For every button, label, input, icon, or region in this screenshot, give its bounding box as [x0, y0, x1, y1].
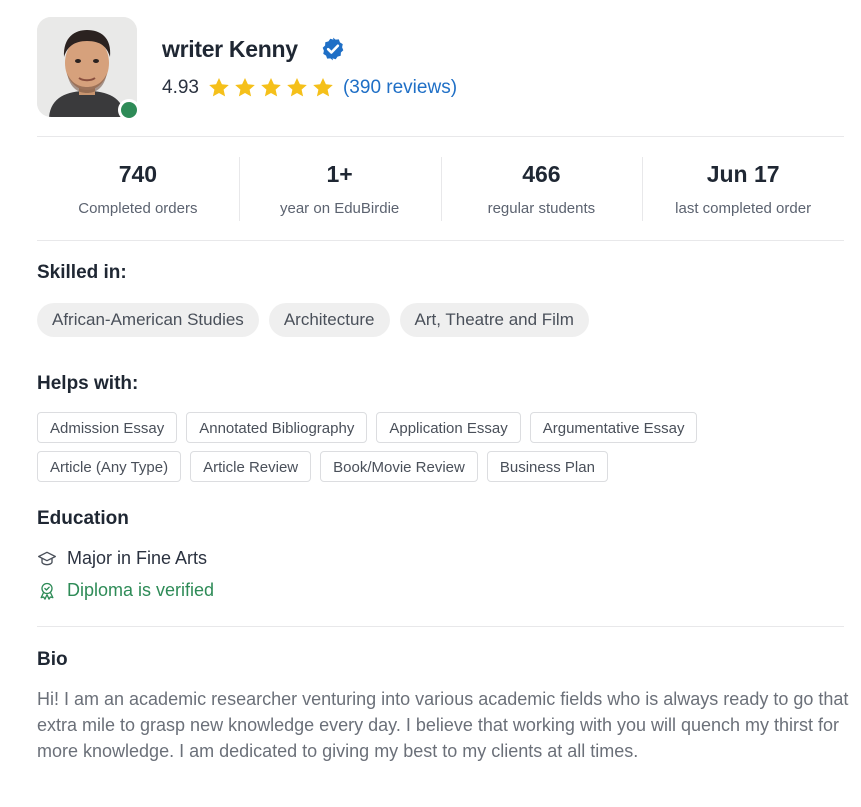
education-major: Major in Fine Arts	[67, 548, 208, 568]
bio-title: Bio	[37, 649, 68, 670]
rating-row: 4.93 (390 reviews)	[162, 74, 457, 102]
skill-pill[interactable]: Architecture	[268, 303, 390, 337]
help-tag[interactable]: Annotated Bibliography	[186, 412, 368, 443]
skill-pill[interactable]: Art, Theatre and Film	[399, 303, 589, 337]
certificate-badge-icon	[40, 582, 54, 600]
stat-value: 466	[522, 161, 561, 187]
graduation-cap-icon	[38, 551, 56, 565]
help-tag[interactable]: Application Essay	[376, 412, 521, 443]
bio-text: Hi! I am an academic researcher venturin…	[37, 689, 849, 761]
skill-pill[interactable]: African-American Studies	[37, 303, 259, 337]
help-tag[interactable]: Article (Any Type)	[37, 451, 182, 482]
education-title: Education	[37, 508, 129, 529]
helps-with-title: Helps with:	[37, 373, 139, 394]
education-diploma-row: Diploma is verified	[37, 580, 214, 601]
help-tag[interactable]: Article Review	[190, 451, 312, 482]
writer-profile-card: writer Kenny 4.93 (390 reviews) 740 Comp…	[0, 0, 861, 807]
star-icon	[261, 78, 281, 97]
help-tag[interactable]: Book/Movie Review	[320, 451, 478, 482]
education-major-row: Major in Fine Arts	[37, 548, 207, 569]
star-icon	[209, 78, 229, 97]
stat-value: 1+	[326, 161, 353, 187]
help-tag[interactable]: Business Plan	[486, 451, 608, 482]
skilled-in-title: Skilled in:	[37, 262, 127, 283]
stat-label: year on EduBirdie	[280, 200, 400, 217]
stat-label: Completed orders	[78, 200, 198, 217]
star-icon	[235, 78, 255, 97]
stat-value: 740	[118, 161, 158, 187]
stat-completed-orders: 740 Completed orders	[37, 155, 239, 223]
verified-badge-icon	[322, 37, 344, 61]
diploma-verified-label: Diploma is verified	[67, 580, 215, 600]
stat-years: 1+ year on EduBirdie	[238, 155, 441, 223]
star-icon	[313, 78, 333, 97]
rating-stars	[207, 76, 335, 100]
helps-with-list: Admission Essay Annotated Bibliography A…	[37, 412, 777, 482]
stat-label: regular students	[487, 200, 596, 217]
stat-value: Jun 17	[706, 161, 780, 187]
stat-regular-students: 466 regular students	[440, 155, 643, 223]
stat-last-order: Jun 17 last completed order	[642, 155, 844, 223]
online-status-indicator	[118, 99, 140, 121]
writer-name: writer Kenny	[162, 36, 298, 62]
stats-row: 740 Completed orders 1+ year on EduBirdi…	[37, 155, 844, 223]
star-icon	[287, 78, 307, 97]
help-tag[interactable]: Admission Essay	[37, 412, 178, 443]
divider	[37, 240, 844, 241]
reviews-link[interactable]: (390 reviews)	[343, 77, 457, 99]
divider	[37, 626, 844, 627]
skills-list: African-American Studies Architecture Ar…	[37, 303, 589, 337]
divider	[37, 136, 844, 137]
stat-label: last completed order	[675, 200, 812, 217]
help-tag[interactable]: Argumentative Essay	[529, 412, 698, 443]
rating-value: 4.93	[162, 77, 199, 98]
